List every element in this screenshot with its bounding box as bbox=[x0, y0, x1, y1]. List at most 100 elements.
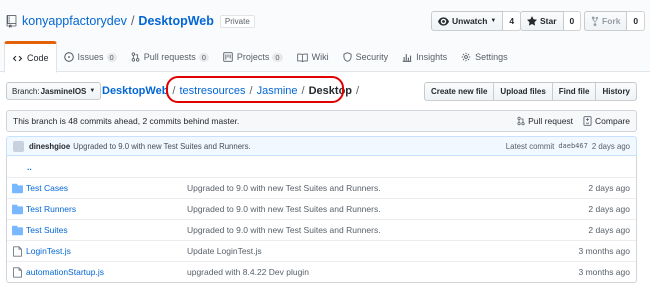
file-actions: Create new file Upload files Find file H… bbox=[423, 82, 637, 101]
file-name-link[interactable]: Test Suites bbox=[26, 225, 68, 235]
tab-settings[interactable]: Settings bbox=[454, 42, 515, 72]
compare-label: Compare bbox=[595, 116, 630, 126]
projects-count: 0 bbox=[272, 52, 283, 62]
file-name-link[interactable]: automationStartup.js bbox=[26, 267, 104, 277]
fork-group: Fork 0 bbox=[584, 11, 646, 31]
repo-name-link[interactable]: DesktopWeb bbox=[138, 14, 213, 28]
chevron-down-icon: ▼ bbox=[490, 18, 497, 24]
commit-time: 2 days ago bbox=[591, 141, 630, 151]
code-icon bbox=[12, 55, 23, 61]
watch-count[interactable]: 4 bbox=[503, 11, 522, 31]
repo-title: konyappfactorydev / DesktopWeb Private bbox=[6, 13, 255, 29]
table-row: Test Runners Upgraded to 9.0 with new Te… bbox=[7, 198, 636, 219]
table-row: LoginTest.js Update LoginTest.js 3 month… bbox=[7, 240, 636, 261]
table-row: automationStartup.js upgraded with 8.4.2… bbox=[7, 261, 636, 282]
table-row: Test Suites Upgraded to 9.0 with new Tes… bbox=[7, 219, 636, 240]
find-file-button[interactable]: Find file bbox=[551, 82, 597, 101]
star-group: Star 0 bbox=[520, 11, 582, 31]
parent-directory-row[interactable]: .. bbox=[7, 156, 636, 177]
tab-issues-label: Issues bbox=[77, 52, 104, 62]
private-badge: Private bbox=[219, 14, 255, 28]
tab-code-label: Code bbox=[27, 53, 49, 63]
file-commit-message-link[interactable]: upgraded with 8.4.22 Dev plugin bbox=[187, 267, 309, 277]
repo-title-separator: / bbox=[130, 14, 135, 28]
upload-files-button[interactable]: Upload files bbox=[493, 82, 553, 101]
create-new-file-button[interactable]: Create new file bbox=[423, 82, 495, 101]
file-age: 2 days ago bbox=[588, 183, 630, 193]
unwatch-label: Unwatch bbox=[452, 16, 488, 26]
branch-select-button[interactable]: Branch: JasmineIOS ▼ bbox=[6, 82, 102, 100]
commit-author-link[interactable]: dineshgioe bbox=[29, 142, 70, 151]
parent-directory-link[interactable]: .. bbox=[27, 162, 32, 172]
tab-pull-requests[interactable]: Pull requests 0 bbox=[124, 42, 216, 72]
graph-icon bbox=[402, 54, 412, 62]
file-age: 2 days ago bbox=[588, 204, 630, 214]
file-name-link[interactable]: Test Cases bbox=[26, 183, 68, 193]
branch-name: JasmineIOS bbox=[40, 86, 87, 96]
compare-link[interactable]: Compare bbox=[583, 116, 630, 126]
avatar[interactable] bbox=[13, 140, 24, 152]
fork-icon bbox=[591, 16, 599, 26]
file-age: 3 months ago bbox=[578, 267, 630, 277]
fork-count[interactable]: 0 bbox=[627, 11, 646, 31]
breadcrumb-separator: / bbox=[249, 85, 253, 97]
tab-projects[interactable]: Projects 0 bbox=[216, 42, 290, 72]
pull-request-label: Pull request bbox=[528, 116, 574, 126]
pull-request-link[interactable]: Pull request bbox=[517, 116, 573, 126]
tab-security-label: Security bbox=[355, 52, 389, 62]
file-icon bbox=[13, 246, 22, 257]
repo-header: konyappfactorydev / DesktopWeb Private U… bbox=[0, 0, 650, 73]
unwatch-button[interactable]: Unwatch ▼ bbox=[431, 11, 504, 31]
folder-icon bbox=[12, 183, 23, 194]
diff-icon bbox=[583, 116, 592, 126]
file-commit-message-link[interactable]: Upgraded to 9.0 with new Test Suites and… bbox=[187, 204, 381, 214]
file-icon bbox=[13, 267, 22, 278]
chevron-down-icon: ▼ bbox=[89, 88, 96, 94]
breadcrumb-separator: / bbox=[301, 85, 305, 97]
pull-request-icon bbox=[131, 52, 140, 62]
breadcrumb-testresources-link[interactable]: testresources bbox=[179, 85, 245, 97]
star-count[interactable]: 0 bbox=[563, 11, 582, 31]
tab-issues[interactable]: Issues 0 bbox=[57, 42, 124, 72]
star-button[interactable]: Star bbox=[520, 11, 564, 31]
folder-icon bbox=[12, 204, 23, 215]
tab-wiki-label: Wiki bbox=[311, 52, 329, 62]
file-commit-message-link[interactable]: Update LoginTest.js bbox=[187, 246, 262, 256]
file-commit-message-link[interactable]: Upgraded to 9.0 with new Test Suites and… bbox=[187, 183, 381, 193]
tab-insights-label: Insights bbox=[416, 52, 448, 62]
watch-group: Unwatch ▼ 4 bbox=[431, 11, 522, 31]
breadcrumb-separator: / bbox=[356, 85, 360, 97]
history-button[interactable]: History bbox=[595, 82, 637, 101]
branch-status-bar: This branch is 48 commits ahead, 2 commi… bbox=[6, 110, 637, 132]
fork-button[interactable]: Fork bbox=[584, 11, 628, 31]
issue-icon bbox=[63, 52, 74, 62]
eye-icon bbox=[438, 16, 449, 26]
gear-icon bbox=[461, 52, 471, 62]
issues-count: 0 bbox=[106, 52, 117, 62]
latest-commit-label: Latest commit bbox=[505, 141, 555, 151]
breadcrumb-root-link[interactable]: DesktopWeb bbox=[102, 85, 168, 97]
tab-code[interactable]: Code bbox=[4, 41, 57, 73]
commit-message-link[interactable]: Upgraded to 9.0 with new Test Suites and… bbox=[73, 142, 251, 151]
repo-owner-link[interactable]: konyappfactorydev bbox=[22, 14, 127, 28]
file-age: 2 days ago bbox=[588, 225, 630, 235]
tab-insights[interactable]: Insights bbox=[395, 42, 454, 72]
branch-status-text: This branch is 48 commits ahead, 2 commi… bbox=[13, 116, 240, 126]
file-age: 3 months ago bbox=[578, 246, 630, 256]
commit-sha-link[interactable]: daeb467 bbox=[558, 142, 588, 150]
tab-pull-requests-label: Pull requests bbox=[143, 52, 196, 62]
pull-request-icon bbox=[517, 116, 525, 126]
star-label: Star bbox=[540, 16, 557, 26]
repo-icon bbox=[6, 14, 17, 28]
fork-label: Fork bbox=[602, 16, 621, 26]
folder-icon bbox=[12, 225, 23, 236]
repo-nav: Code Issues 0 Pull requests 0 Projects 0… bbox=[4, 40, 515, 73]
file-name-link[interactable]: LoginTest.js bbox=[26, 246, 71, 256]
tab-wiki[interactable]: Wiki bbox=[290, 42, 336, 72]
breadcrumb-jasmine-link[interactable]: Jasmine bbox=[257, 85, 298, 97]
tab-security[interactable]: Security bbox=[336, 42, 396, 72]
pull-requests-count: 0 bbox=[198, 52, 209, 62]
file-name-link[interactable]: Test Runners bbox=[26, 204, 76, 214]
breadcrumb-current: Desktop bbox=[308, 85, 353, 97]
file-commit-message-link[interactable]: Upgraded to 9.0 with new Test Suites and… bbox=[187, 225, 381, 235]
